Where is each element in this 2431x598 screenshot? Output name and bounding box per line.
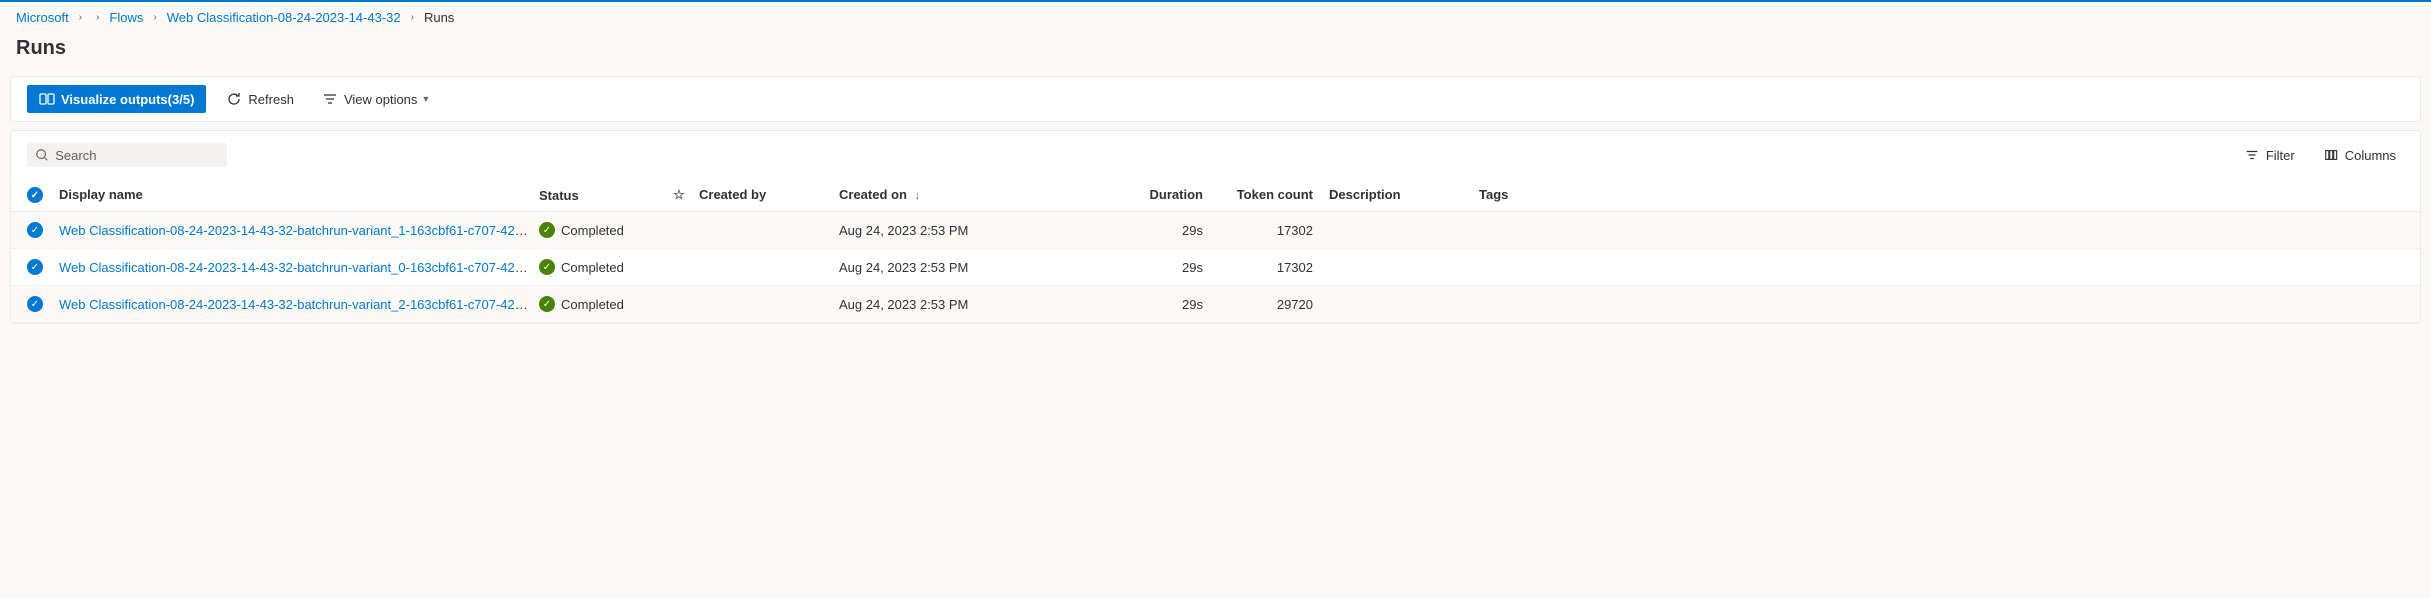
header-display-name[interactable]: Display name — [59, 187, 539, 203]
view-options-icon — [322, 91, 338, 107]
check-circle-icon: ✓ — [27, 296, 43, 312]
chevron-right-icon: › — [75, 12, 86, 23]
header-created-on[interactable]: Created on ↓ — [839, 187, 1119, 203]
table-header: ✓ Display name Status ☆ Created by Creat… — [11, 179, 2420, 212]
filter-icon — [2244, 147, 2260, 163]
run-name-link[interactable]: Web Classification-08-24-2023-14-43-32-b… — [59, 223, 539, 238]
success-icon: ✓ — [539, 222, 555, 238]
chevron-down-icon: ▾ — [423, 94, 428, 105]
check-circle-icon: ✓ — [27, 259, 43, 275]
table-body: ✓ Web Classification-08-24-2023-14-43-32… — [11, 212, 2420, 323]
search-box[interactable] — [27, 143, 227, 167]
check-circle-icon: ✓ — [27, 222, 43, 238]
visualize-outputs-button[interactable]: Visualize outputs(3/5) — [27, 85, 206, 113]
row-created-on: Aug 24, 2023 2:53 PM — [839, 223, 1119, 238]
search-icon — [35, 147, 49, 163]
view-options-label: View options — [344, 92, 417, 107]
success-icon: ✓ — [539, 296, 555, 312]
breadcrumb-current: Runs — [424, 10, 454, 25]
row-select[interactable]: ✓ — [27, 259, 59, 275]
row-created-on: Aug 24, 2023 2:53 PM — [839, 260, 1119, 275]
columns-button[interactable]: Columns — [2315, 141, 2404, 169]
row-name: Web Classification-08-24-2023-14-43-32-b… — [59, 260, 539, 275]
header-status[interactable]: Status — [539, 187, 659, 203]
header-duration[interactable]: Duration — [1119, 187, 1219, 203]
header-token-count[interactable]: Token count — [1219, 187, 1329, 203]
header-favorite[interactable]: ☆ — [659, 187, 699, 203]
sort-descending-icon: ↓ — [911, 190, 921, 202]
refresh-label: Refresh — [248, 92, 294, 107]
row-duration: 29s — [1119, 223, 1219, 238]
filter-row: Filter Columns — [11, 131, 2420, 179]
row-status: ✓ Completed — [539, 296, 659, 312]
visualize-icon — [39, 91, 55, 107]
table-row[interactable]: ✓ Web Classification-08-24-2023-14-43-32… — [11, 249, 2420, 286]
page-title: Runs — [0, 33, 2431, 76]
filter-label: Filter — [2266, 148, 2295, 163]
runs-table: ✓ Display name Status ☆ Created by Creat… — [11, 179, 2420, 323]
status-text: Completed — [561, 297, 624, 312]
refresh-button[interactable]: Refresh — [218, 85, 302, 113]
row-duration: 29s — [1119, 297, 1219, 312]
table-row[interactable]: ✓ Web Classification-08-24-2023-14-43-32… — [11, 286, 2420, 323]
header-created-by[interactable]: Created by — [699, 187, 839, 203]
row-select[interactable]: ✓ — [27, 296, 59, 312]
breadcrumb-flows[interactable]: Flows — [109, 10, 143, 25]
header-created-on-label: Created on — [839, 187, 907, 202]
row-name: Web Classification-08-24-2023-14-43-32-b… — [59, 297, 539, 312]
run-name-link[interactable]: Web Classification-08-24-2023-14-43-32-b… — [59, 260, 539, 275]
search-input[interactable] — [55, 148, 219, 163]
success-icon: ✓ — [539, 259, 555, 275]
content-card: Filter Columns ✓ Display name Status — [10, 130, 2421, 324]
star-icon: ☆ — [673, 187, 685, 202]
row-token-count: 17302 — [1219, 223, 1329, 238]
chevron-right-icon: › — [149, 12, 160, 23]
row-token-count: 29720 — [1219, 297, 1329, 312]
columns-icon — [2323, 147, 2339, 163]
chevron-right-icon: › — [407, 12, 418, 23]
row-status: ✓ Completed — [539, 259, 659, 275]
header-select-all[interactable]: ✓ — [27, 187, 59, 203]
view-options-button[interactable]: View options ▾ — [314, 85, 437, 113]
toolbar: Visualize outputs(3/5) Refresh View opti… — [10, 76, 2421, 122]
run-name-link[interactable]: Web Classification-08-24-2023-14-43-32-b… — [59, 297, 539, 312]
status-text: Completed — [561, 223, 624, 238]
columns-label: Columns — [2345, 148, 2396, 163]
filter-button[interactable]: Filter — [2236, 141, 2303, 169]
table-row[interactable]: ✓ Web Classification-08-24-2023-14-43-32… — [11, 212, 2420, 249]
chevron-right-icon: › — [92, 12, 103, 23]
visualize-outputs-label: Visualize outputs(3/5) — [61, 92, 194, 107]
check-circle-icon: ✓ — [27, 187, 43, 203]
refresh-icon — [226, 91, 242, 107]
header-tags[interactable]: Tags — [1479, 187, 1599, 203]
row-name: Web Classification-08-24-2023-14-43-32-b… — [59, 223, 539, 238]
breadcrumb: Microsoft › › Flows › Web Classification… — [0, 2, 2431, 33]
header-description[interactable]: Description — [1329, 187, 1479, 203]
status-text: Completed — [561, 260, 624, 275]
row-created-on: Aug 24, 2023 2:53 PM — [839, 297, 1119, 312]
row-select[interactable]: ✓ — [27, 222, 59, 238]
row-token-count: 17302 — [1219, 260, 1329, 275]
breadcrumb-root[interactable]: Microsoft — [16, 10, 69, 25]
filter-actions: Filter Columns — [2236, 141, 2404, 169]
breadcrumb-flow-name[interactable]: Web Classification-08-24-2023-14-43-32 — [167, 10, 401, 25]
row-status: ✓ Completed — [539, 222, 659, 238]
row-duration: 29s — [1119, 260, 1219, 275]
